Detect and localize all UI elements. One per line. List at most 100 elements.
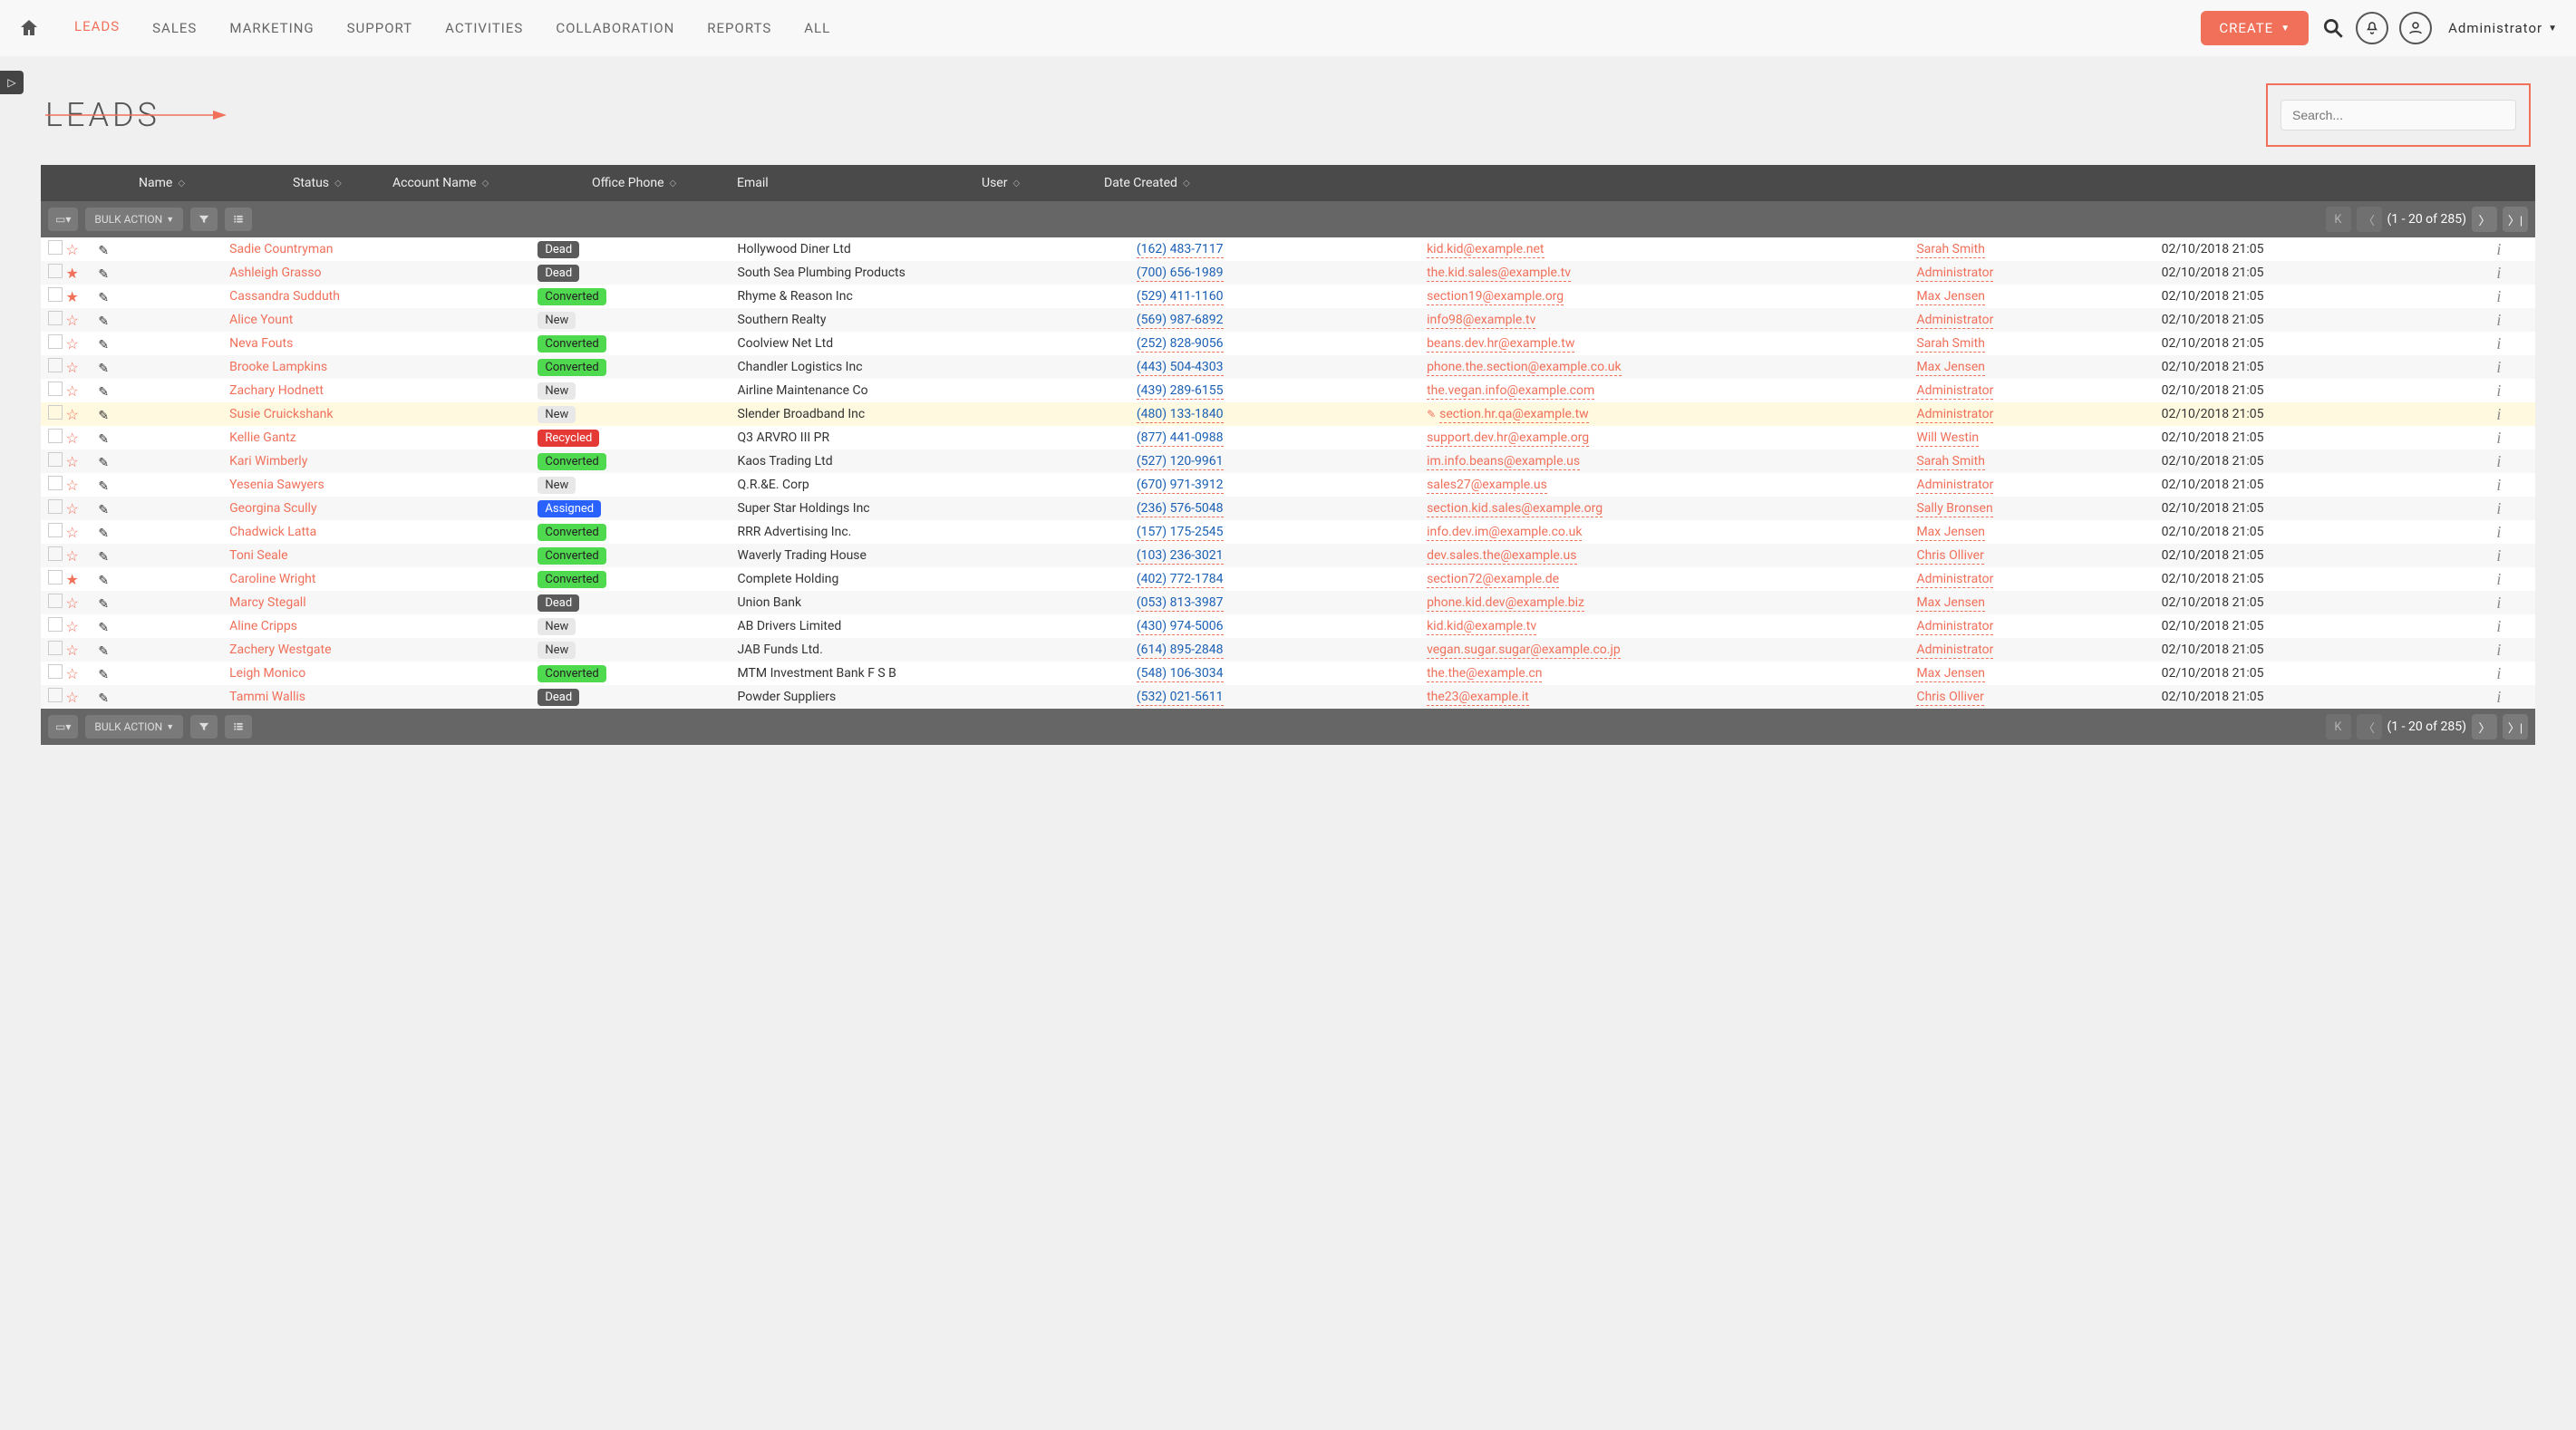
select-all-toggle[interactable]: ▭▾	[48, 715, 78, 739]
email-link[interactable]: the.vegan.info@example.com	[1427, 383, 1594, 400]
lead-name-link[interactable]: Aline Cripps	[229, 619, 297, 633]
lead-name-link[interactable]: Brooke Lampkins	[229, 360, 327, 374]
filter-icon[interactable]	[190, 208, 218, 231]
home-icon[interactable]	[18, 17, 40, 39]
lead-name-link[interactable]: Ashleigh Grasso	[229, 266, 321, 280]
user-link[interactable]: Administrator	[1916, 313, 1993, 329]
user-link[interactable]: Sarah Smith	[1916, 336, 1984, 353]
edit-icon[interactable]: ✎	[98, 362, 109, 376]
page-next[interactable]: 〉	[2472, 714, 2497, 739]
user-link[interactable]: Max Jensen	[1916, 666, 1985, 682]
row-checkbox[interactable]	[48, 429, 63, 443]
email-link[interactable]: support.dev.hr@example.org	[1427, 430, 1589, 447]
phone-link[interactable]: (053) 813-3987	[1137, 595, 1224, 612]
row-checkbox[interactable]	[48, 476, 63, 490]
info-icon[interactable]: i	[2496, 594, 2501, 612]
star-icon[interactable]: ☆	[65, 312, 78, 329]
edit-icon[interactable]: ✎	[98, 409, 109, 423]
page-last[interactable]: 〉|	[2503, 207, 2528, 232]
row-checkbox[interactable]	[48, 641, 63, 655]
lead-name-link[interactable]: Toni Seale	[229, 548, 287, 563]
info-icon[interactable]: i	[2496, 688, 2501, 706]
phone-link[interactable]: (529) 411-1160	[1137, 289, 1224, 305]
nav-activities[interactable]: ACTIVITIES	[429, 0, 539, 56]
col-account[interactable]: Account Name	[392, 176, 477, 190]
user-link[interactable]: Max Jensen	[1916, 525, 1985, 541]
row-checkbox[interactable]	[48, 499, 63, 514]
lead-name-link[interactable]: Caroline Wright	[229, 572, 315, 586]
nav-all[interactable]: ALL	[788, 0, 847, 56]
edit-icon[interactable]: ✎	[98, 503, 109, 517]
user-link[interactable]: Administrator	[1916, 643, 1993, 659]
star-icon[interactable]: ☆	[65, 453, 78, 470]
col-status[interactable]: Status	[293, 176, 329, 190]
email-link[interactable]: section19@example.org	[1427, 289, 1564, 305]
edit-icon[interactable]: ✎	[98, 574, 109, 588]
email-link[interactable]: the23@example.it	[1427, 690, 1529, 706]
phone-link[interactable]: (700) 656-1989	[1137, 266, 1224, 282]
edit-icon[interactable]: ✎	[98, 338, 109, 353]
edit-icon[interactable]: ✎	[98, 644, 109, 659]
email-link[interactable]: kid.kid@example.tv	[1427, 619, 1536, 635]
info-icon[interactable]: i	[2496, 429, 2501, 447]
user-link[interactable]: Sally Bronsen	[1916, 501, 1992, 517]
star-icon[interactable]: ☆	[65, 335, 78, 353]
nav-leads[interactable]: LEADS	[58, 0, 136, 53]
nav-collaboration[interactable]: COLLABORATION	[539, 0, 691, 56]
edit-icon[interactable]: ✎	[98, 291, 109, 305]
phone-link[interactable]: (439) 289-6155	[1137, 383, 1224, 400]
notifications-icon[interactable]	[2356, 12, 2388, 44]
col-name[interactable]: Name	[139, 176, 172, 190]
lead-name-link[interactable]: Kari Wimberly	[229, 454, 307, 469]
lead-name-link[interactable]: Georgina Scully	[229, 501, 316, 516]
row-checkbox[interactable]	[48, 594, 63, 608]
email-link[interactable]: the.kid.sales@example.tv	[1427, 266, 1571, 282]
lead-name-link[interactable]: Zachery Westgate	[229, 643, 331, 657]
row-checkbox[interactable]	[48, 240, 63, 255]
info-icon[interactable]: i	[2496, 570, 2501, 588]
row-checkbox[interactable]	[48, 358, 63, 372]
edit-icon[interactable]: ✎	[98, 385, 109, 400]
info-icon[interactable]: i	[2496, 546, 2501, 565]
phone-link[interactable]: (162) 483-7117	[1137, 242, 1224, 258]
col-phone[interactable]: Office Phone	[592, 176, 664, 190]
lead-name-link[interactable]: Yesenia Sawyers	[229, 478, 324, 492]
search-icon[interactable]	[2321, 16, 2345, 40]
info-icon[interactable]: i	[2496, 358, 2501, 376]
user-link[interactable]: Administrator	[1916, 383, 1993, 400]
star-icon[interactable]: ☆	[65, 618, 78, 635]
email-link[interactable]: dev.sales.the@example.us	[1427, 548, 1576, 565]
row-checkbox[interactable]	[48, 334, 63, 349]
sort-icon[interactable]: ◇	[178, 179, 185, 188]
phone-link[interactable]: (548) 106-3034	[1137, 666, 1224, 682]
lead-name-link[interactable]: Neva Fouts	[229, 336, 293, 351]
email-link[interactable]: beans.dev.hr@example.tw	[1427, 336, 1574, 353]
edit-icon[interactable]: ✎	[98, 244, 109, 258]
row-checkbox[interactable]	[48, 570, 63, 585]
phone-link[interactable]: (157) 175-2545	[1137, 525, 1224, 541]
list-view-icon[interactable]	[225, 208, 252, 231]
user-link[interactable]: Administrator	[1916, 572, 1993, 588]
user-link[interactable]: Max Jensen	[1916, 289, 1985, 305]
sort-icon[interactable]: ◇	[1183, 179, 1190, 188]
user-link[interactable]: Chris Olliver	[1916, 690, 1983, 706]
edit-icon[interactable]: ✎	[98, 597, 109, 612]
sort-icon[interactable]: ◇	[482, 179, 489, 188]
user-link[interactable]: Administrator	[1916, 478, 1993, 494]
info-icon[interactable]: i	[2496, 311, 2501, 329]
edit-icon[interactable]: ✎	[98, 527, 109, 541]
sort-icon[interactable]: ◇	[1012, 179, 1020, 188]
sort-icon[interactable]: ◇	[334, 179, 342, 188]
user-link[interactable]: Chris Olliver	[1916, 548, 1983, 565]
row-checkbox[interactable]	[48, 523, 63, 537]
info-icon[interactable]: i	[2496, 405, 2501, 423]
info-icon[interactable]: i	[2496, 499, 2501, 517]
col-date[interactable]: Date Created	[1104, 176, 1177, 190]
phone-link[interactable]: (402) 772-1784	[1137, 572, 1224, 588]
email-link[interactable]: info98@example.tv	[1427, 313, 1535, 329]
page-first[interactable]: K	[2326, 714, 2351, 739]
lead-name-link[interactable]: Sadie Countryman	[229, 242, 333, 256]
user-link[interactable]: Administrator	[1916, 407, 1993, 423]
lead-name-link[interactable]: Chadwick Latta	[229, 525, 316, 539]
nav-marketing[interactable]: MARKETING	[213, 0, 330, 56]
